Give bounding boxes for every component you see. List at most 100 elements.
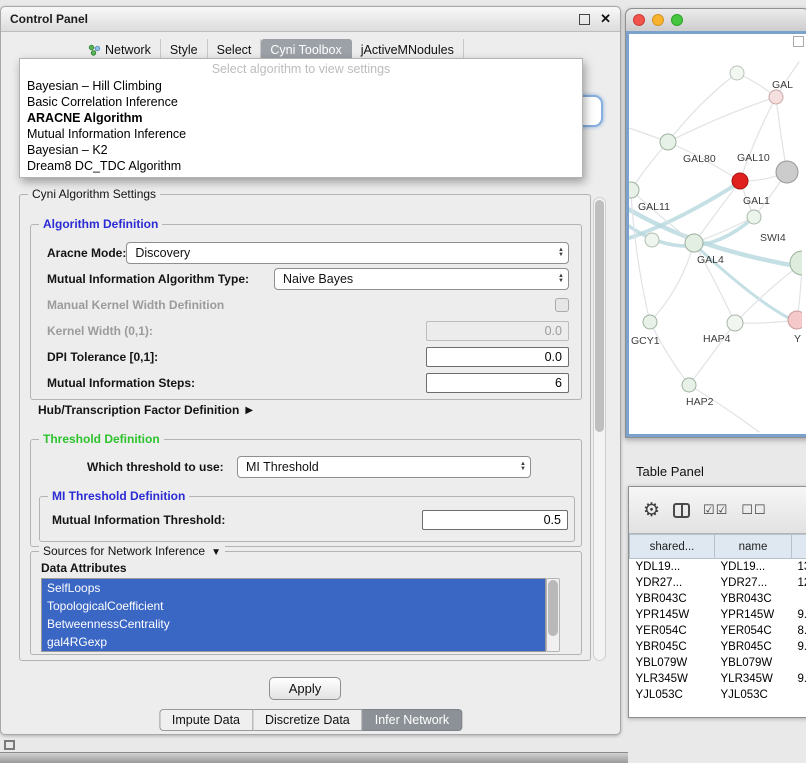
network-edge[interactable]	[740, 97, 776, 181]
table-cell[interactable]: YBR043C	[630, 591, 715, 607]
collapse-down-icon[interactable]: ▼	[211, 547, 221, 558]
mi-threshold-input[interactable]	[422, 510, 568, 530]
network-node[interactable]	[682, 378, 696, 392]
dpi-tolerance-input[interactable]	[426, 347, 569, 367]
column-header-extra[interactable]	[792, 535, 806, 559]
table-cell[interactable]: YER054C	[630, 623, 715, 639]
table-row[interactable]: YBL079WYBL079W	[630, 655, 806, 671]
table-row[interactable]: YPR145WYPR145W9.	[630, 607, 806, 623]
network-edge[interactable]	[650, 322, 689, 385]
table-cell[interactable]: YPR145W	[715, 607, 792, 623]
mi-type-combobox[interactable]: Naive Bayes ▲▼	[274, 268, 569, 290]
algorithm-option-mutual-information-inference[interactable]: Mutual Information Inference	[20, 126, 582, 142]
collapsed-panel-icon[interactable]	[4, 740, 15, 750]
which-threshold-combobox[interactable]: MI Threshold ▲▼	[237, 456, 531, 478]
network-edge[interactable]	[650, 243, 694, 322]
network-node[interactable]	[643, 315, 657, 329]
attribute-item-selfloops[interactable]: SelfLoops	[42, 579, 545, 597]
settings-scrollbar[interactable]	[593, 197, 606, 661]
algorithm-option-aracne-algorithm[interactable]: ARACNE Algorithm	[20, 110, 582, 126]
unchecked-rows-icon[interactable]: ☐☐	[741, 502, 766, 518]
table-cell[interactable]: YBR045C	[715, 639, 792, 655]
network-edge[interactable]	[689, 385, 759, 432]
network-edge[interactable]	[631, 142, 668, 190]
table-cell[interactable]: 12	[792, 575, 806, 591]
bottom-tab-impute-data[interactable]: Impute Data	[159, 709, 253, 731]
table-cell[interactable]	[792, 687, 806, 703]
hub-definition-toggle[interactable]: Hub/Transcription Factor Definition ▶	[38, 401, 253, 419]
table-cell[interactable]: YBL079W	[630, 655, 715, 671]
table-cell[interactable]: YPR145W	[630, 607, 715, 623]
table-cell[interactable]	[792, 655, 806, 671]
table-row[interactable]: YJL053CYJL053C	[630, 687, 806, 703]
table-cell[interactable]: 9.	[792, 639, 806, 655]
close-window-icon[interactable]	[633, 14, 645, 26]
network-edge[interactable]	[668, 97, 776, 142]
network-node[interactable]	[727, 315, 743, 331]
table-row[interactable]: YER054CYER054C8.	[630, 623, 806, 639]
table-cell[interactable]: YBR045C	[630, 639, 715, 655]
aracne-mode-combobox[interactable]: Discovery ▲▼	[126, 242, 569, 264]
tab-select[interactable]: Select	[208, 39, 262, 60]
network-node[interactable]	[776, 161, 798, 183]
mi-steps-input[interactable]	[426, 373, 569, 393]
table-cell[interactable]: YDR27...	[630, 575, 715, 591]
zoom-window-icon[interactable]	[671, 14, 683, 26]
table-row[interactable]: YBR045CYBR045C9.	[630, 639, 806, 655]
table-cell[interactable]: YBR043C	[715, 591, 792, 607]
minimize-window-icon[interactable]	[652, 14, 664, 26]
network-node[interactable]	[645, 233, 659, 247]
table-cell[interactable]: YLR345W	[715, 671, 792, 687]
column-header-shared[interactable]: shared...	[630, 535, 715, 559]
close-panel-icon[interactable]: ✕	[600, 11, 611, 27]
gear-icon[interactable]: ⚙	[643, 499, 660, 522]
data-attributes-list[interactable]: SelfLoopsTopologicalCoefficientBetweenne…	[41, 578, 546, 652]
attributes-scrollbar[interactable]	[546, 578, 560, 652]
table-cell[interactable]: YBL079W	[715, 655, 792, 671]
network-node[interactable]	[747, 210, 761, 224]
table-cell[interactable]: YDL19...	[630, 559, 715, 576]
apply-button[interactable]: Apply	[269, 677, 341, 700]
tab-jactivemnodules[interactable]: jActiveMNodules	[352, 39, 464, 60]
table-cell[interactable]: YDR27...	[715, 575, 792, 591]
table-cell[interactable]: 9.	[792, 607, 806, 623]
table-cell[interactable]: YJL053C	[630, 687, 715, 703]
network-node[interactable]	[685, 234, 703, 252]
algorithm-option-bayesian-hill-climbing[interactable]: Bayesian – Hill Climbing	[20, 78, 582, 94]
tab-network[interactable]: Network	[79, 39, 161, 60]
table-cell[interactable]: 8.	[792, 623, 806, 639]
bottom-tab-discretize-data[interactable]: Discretize Data	[253, 709, 363, 731]
network-node[interactable]	[788, 311, 802, 329]
bottom-tab-infer-network[interactable]: Infer Network	[363, 709, 462, 731]
network-node[interactable]	[730, 66, 744, 80]
network-edge[interactable]	[668, 73, 737, 142]
tab-style[interactable]: Style	[161, 39, 208, 60]
table-cell[interactable]: YJL053C	[715, 687, 792, 703]
checked-rows-icon[interactable]: ☑☑	[703, 502, 728, 518]
column-header-name[interactable]: name	[715, 535, 792, 559]
table-row[interactable]: YLR345WYLR345W9.	[630, 671, 806, 687]
network-canvas[interactable]: GALGAL80GAL10GAL11GAL1SWI4GAL4GCY1HAP4HA…	[626, 31, 806, 437]
table-cell[interactable]: 9.	[792, 671, 806, 687]
attributes-scrollbar-thumb[interactable]	[548, 580, 558, 636]
table-cell[interactable]: 13	[792, 559, 806, 576]
attribute-item-betweennesscentrality[interactable]: BetweennessCentrality	[42, 615, 545, 633]
attribute-item-topologicalcoefficient[interactable]: TopologicalCoefficient	[42, 597, 545, 615]
network-node[interactable]	[660, 134, 676, 150]
columns-icon[interactable]	[673, 503, 690, 518]
algorithm-option-bayesian-k2[interactable]: Bayesian – K2	[20, 142, 582, 158]
table-cell[interactable]: YDL19...	[715, 559, 792, 576]
table-cell[interactable]	[792, 591, 806, 607]
algorithm-option-dream8-dc-tdc-algorithm[interactable]: Dream8 DC_TDC Algorithm	[20, 158, 582, 174]
table-row[interactable]: YBR043CYBR043C	[630, 591, 806, 607]
attribute-item-gal4rgexp[interactable]: gal4RGexp	[42, 633, 545, 651]
network-node[interactable]	[732, 173, 748, 189]
network-window-titlebar[interactable]	[626, 9, 806, 32]
tab-cyni-toolbox[interactable]: Cyni Toolbox	[261, 39, 351, 60]
table-cell[interactable]: YER054C	[715, 623, 792, 639]
settings-scrollbar-thumb[interactable]	[595, 200, 604, 432]
float-panel-icon[interactable]	[579, 14, 590, 25]
network-node[interactable]	[769, 90, 783, 104]
table-row[interactable]: YDL19...YDL19...13	[630, 559, 806, 576]
algorithm-option-basic-correlation-inference[interactable]: Basic Correlation Inference	[20, 94, 582, 110]
